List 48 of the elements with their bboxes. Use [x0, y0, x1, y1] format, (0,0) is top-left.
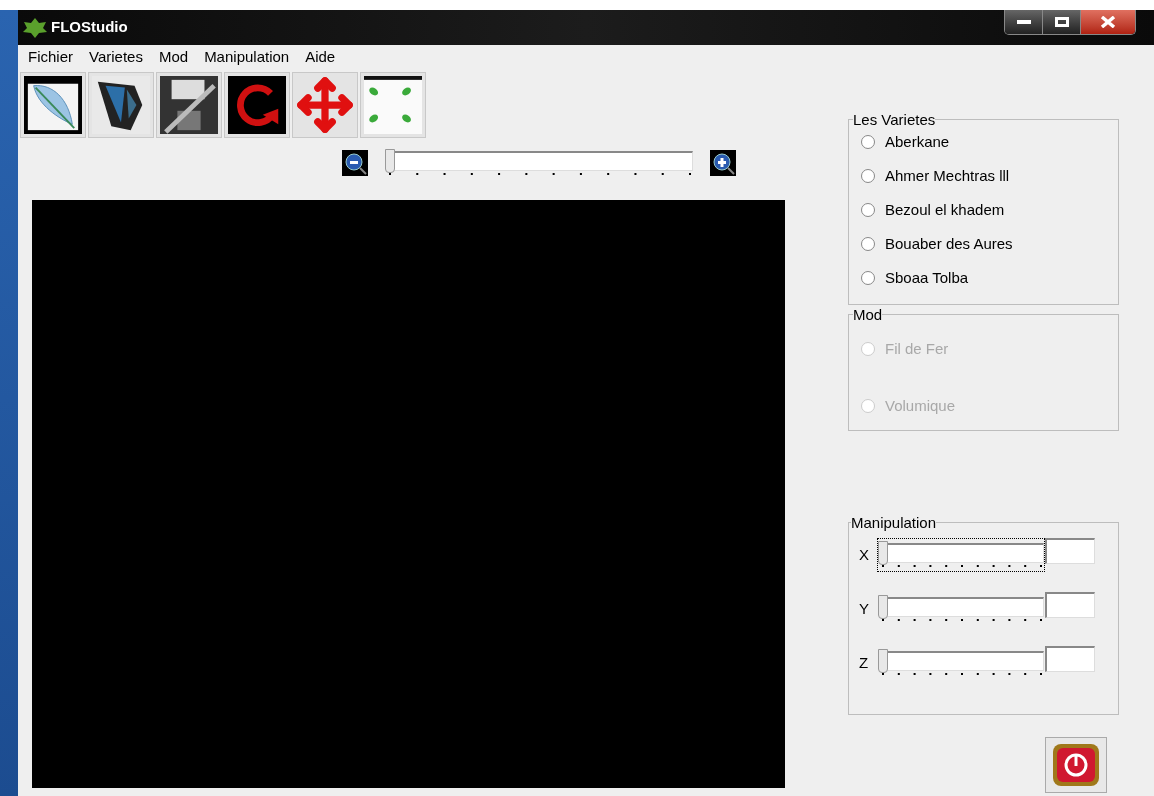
radio-option[interactable]: Sboaa Tolba [861, 267, 1106, 289]
radio-button[interactable] [861, 237, 875, 251]
group-title: Mod [853, 307, 883, 322]
radio-button[interactable] [861, 135, 875, 149]
feather-icon [24, 76, 82, 134]
close-button[interactable] [1081, 10, 1135, 34]
slider-thumb[interactable] [878, 595, 888, 619]
toolbar-button[interactable] [360, 72, 426, 138]
zoom-in-icon[interactable] [710, 150, 736, 176]
value-field[interactable] [1045, 538, 1095, 564]
close-icon [1100, 16, 1116, 28]
axis-slider[interactable] [877, 538, 1045, 572]
move-arrows-icon [296, 76, 354, 134]
toolbar-button[interactable] [224, 72, 290, 138]
power-icon [1053, 744, 1099, 786]
menu-item[interactable]: Mod [152, 46, 195, 69]
maximize-button[interactable] [1043, 10, 1081, 34]
menu-item[interactable]: Aide [299, 46, 342, 69]
radio-option[interactable]: Ahmer Mechtras lll [861, 165, 1106, 187]
minimize-button[interactable] [1005, 10, 1043, 34]
slider-thumb[interactable] [878, 649, 888, 673]
radio-button[interactable] [861, 271, 875, 285]
axis-label: X [859, 544, 870, 565]
slider-thumb[interactable] [878, 541, 888, 565]
radio-button[interactable] [861, 203, 875, 217]
axis-label: Z [859, 652, 870, 673]
toolbar-button[interactable] [156, 72, 222, 138]
value-field[interactable] [1045, 646, 1095, 672]
slider-thumb[interactable] [385, 149, 395, 173]
window-title: FLOStudio [51, 17, 128, 38]
radio-button[interactable] [861, 169, 875, 183]
toolbar-button[interactable] [88, 72, 154, 138]
group-title: Les Varietes [853, 112, 936, 127]
menu-item[interactable]: Fichier [22, 46, 79, 69]
power-button[interactable] [1045, 737, 1107, 793]
radio-option[interactable]: Bezoul el khadem [861, 199, 1106, 221]
leaf-icon [22, 16, 48, 39]
radio-option[interactable]: Bouaber des Aures [861, 233, 1106, 255]
group-title: Manipulation [851, 515, 937, 530]
value-field[interactable] [1045, 592, 1095, 618]
radio-option[interactable]: Aberkane [861, 131, 1106, 153]
dot-corners-icon [364, 76, 422, 134]
toolbar-button[interactable] [20, 72, 86, 138]
reload-icon [228, 76, 286, 134]
axis-label: Y [859, 598, 870, 619]
menu-item[interactable]: Varietes [83, 46, 149, 69]
zoom-out-icon[interactable] [342, 150, 368, 176]
menu-item[interactable]: Manipulation [198, 46, 296, 69]
